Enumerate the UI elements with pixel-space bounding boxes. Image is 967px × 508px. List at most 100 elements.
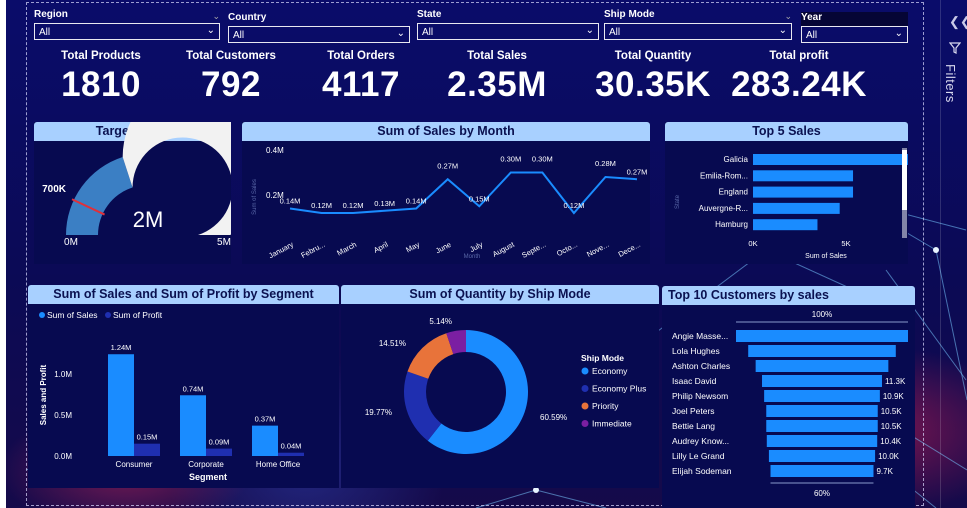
legend-title: Ship Mode bbox=[581, 353, 624, 363]
x-tick-label: August bbox=[491, 239, 517, 258]
value-label: 10.4K bbox=[880, 437, 902, 446]
profit-bar bbox=[206, 448, 232, 456]
funnel-bar bbox=[764, 390, 880, 402]
slicer-dropdown[interactable]: All ⌄ bbox=[417, 23, 599, 40]
sales-bar bbox=[252, 425, 278, 456]
kpi-total-sales: Total Sales 2.35M bbox=[432, 50, 562, 105]
chevron-left-icon[interactable]: ❮❮ bbox=[949, 14, 967, 30]
target-sales-gauge-panel[interactable]: Target Sales 2M0M5M700K bbox=[34, 122, 231, 264]
data-label: 0.30M bbox=[532, 155, 553, 164]
customer-label: Philip Newsom bbox=[672, 391, 728, 401]
funnel-bar bbox=[762, 375, 882, 387]
x-tick-label: 5K bbox=[841, 239, 850, 248]
data-label: 0.27M bbox=[627, 167, 648, 176]
slicer-dropdown[interactable]: All ⌄ bbox=[228, 26, 410, 43]
legend-marker bbox=[39, 312, 45, 318]
profit-bar bbox=[134, 443, 160, 456]
y-tick-label: 0.5M bbox=[54, 411, 72, 420]
data-label: 0.37M bbox=[255, 415, 276, 424]
data-label: 0.27M bbox=[437, 161, 458, 170]
chevron-down-icon: ⌄ bbox=[778, 25, 787, 36]
legend-marker bbox=[581, 420, 589, 427]
chevron-down-icon: ⌄ bbox=[784, 10, 792, 21]
profit-bar bbox=[278, 452, 304, 456]
funnel-bar bbox=[748, 345, 896, 357]
data-label: 0.30M bbox=[500, 155, 521, 164]
x-tick-label: Febru... bbox=[299, 240, 326, 260]
bar bbox=[753, 219, 818, 231]
data-label: 0.04M bbox=[281, 442, 302, 451]
funnel-bar bbox=[755, 360, 889, 372]
kpi-value: 1810 bbox=[61, 65, 141, 104]
funnel-filter-icon bbox=[949, 42, 961, 54]
category-label: England bbox=[719, 188, 748, 197]
slicer-state[interactable]: State All ⌄ bbox=[417, 9, 599, 40]
x-tick-label: Consumer bbox=[116, 460, 153, 469]
funnel-bottom-pct: 60% bbox=[814, 489, 830, 498]
legend-marker bbox=[581, 367, 589, 375]
donut-slice bbox=[407, 333, 454, 379]
slicer-label: Ship Mode bbox=[604, 9, 655, 20]
kpi-title: Total profit bbox=[769, 50, 829, 62]
x-tick-label: January bbox=[267, 240, 295, 261]
slicer-dropdown[interactable]: All ⌄ bbox=[604, 23, 792, 40]
chevron-down-icon: ⌄ bbox=[396, 28, 405, 39]
funnel-top-pct: 100% bbox=[812, 310, 832, 319]
funnel-bar bbox=[736, 330, 908, 342]
category-label: Galicia bbox=[724, 155, 749, 164]
kpi-title: Total Customers bbox=[186, 50, 276, 62]
chevron-down-icon: ⌄ bbox=[212, 10, 220, 21]
bar bbox=[753, 186, 854, 198]
top-10-customers-panel[interactable]: Top 10 Customers by sales 100% Angie Mass… bbox=[662, 286, 915, 508]
x-axis-title: Segment bbox=[189, 472, 227, 482]
filters-pane[interactable]: ❮❮ Filters bbox=[940, 0, 967, 508]
slicer-dropdown[interactable]: All ⌄ bbox=[34, 23, 220, 40]
segment-bar-chart: Sum of Sales Sum of Profit 0.0M 0.5M 1.0M Sal… bbox=[39, 310, 304, 482]
x-tick-label: Septe... bbox=[520, 240, 547, 260]
sales-profit-by-segment-panel[interactable]: Sum of Sales and Sum of Profit by Segmen… bbox=[28, 285, 339, 488]
legend-marker bbox=[581, 385, 589, 392]
kpi-total-profit: Total profit 283.24K bbox=[724, 50, 874, 105]
gauge-value-label: 2M bbox=[133, 207, 164, 232]
kpi-title: Total Quantity bbox=[614, 50, 692, 62]
slice-label: 60.59% bbox=[540, 413, 567, 422]
category-label: Emilia-Rom... bbox=[700, 171, 748, 180]
x-axis-title: Month bbox=[464, 254, 481, 260]
chevron-down-icon: ⌄ bbox=[585, 25, 594, 36]
funnel-chart: 100% Angie Masse... Lola Hughes Ashton Char… bbox=[672, 310, 908, 498]
category-label: Auvergne-R... bbox=[699, 204, 748, 213]
data-label: 0.14M bbox=[406, 197, 427, 206]
funnel-bar bbox=[766, 405, 878, 417]
top-5-sales-panel[interactable]: Top 5 Sales Galicia Emilia-Rom... England A… bbox=[665, 122, 908, 264]
data-label: 0.74M bbox=[183, 384, 204, 393]
slicer-year[interactable]: Year All ⌄ bbox=[801, 12, 908, 43]
slicer-region[interactable]: Region ⌄ All ⌄ bbox=[34, 9, 220, 40]
bar bbox=[753, 202, 840, 214]
quantity-by-ship-mode-panel[interactable]: Sum of Quantity by Ship Mode 60.59% 19.77… bbox=[341, 285, 659, 488]
legend-marker bbox=[105, 312, 111, 318]
kpi-value: 30.35K bbox=[595, 65, 711, 104]
value-label: 10.5K bbox=[881, 422, 903, 431]
slicer-label: Region bbox=[34, 9, 68, 20]
gauge-value-arc bbox=[66, 157, 133, 235]
slicer-country[interactable]: Country All ⌄ bbox=[228, 12, 410, 43]
y-axis-title: Sum of Sales bbox=[252, 179, 258, 215]
bar bbox=[753, 170, 854, 182]
y-tick-label: 1.0M bbox=[54, 370, 72, 379]
customer-label: Elijah Sodeman bbox=[672, 466, 732, 476]
kpi-value: 792 bbox=[201, 65, 261, 104]
kpi-total-customers: Total Customers 792 bbox=[176, 50, 286, 105]
slicer-dropdown[interactable]: All ⌄ bbox=[801, 26, 908, 43]
slicer-ship-mode[interactable]: Ship Mode ⌄ All ⌄ bbox=[604, 9, 792, 40]
kpi-total-products: Total Products 1810 bbox=[46, 50, 156, 105]
x-tick-label: July bbox=[468, 240, 484, 254]
data-label: 0.09M bbox=[209, 438, 230, 447]
x-tick-label: 0K bbox=[748, 239, 757, 248]
gauge-max-label: 5M bbox=[217, 237, 231, 248]
customer-label: Isaac David bbox=[672, 376, 717, 386]
legend-marker bbox=[581, 402, 589, 410]
legend-label: Economy bbox=[592, 366, 628, 376]
kpi-value: 4117 bbox=[322, 65, 400, 104]
customer-label: Lola Hughes bbox=[672, 346, 720, 356]
sales-by-month-panel[interactable]: Sum of Sales by Month 0.4M 0.2M Sum of Sal… bbox=[242, 122, 650, 264]
